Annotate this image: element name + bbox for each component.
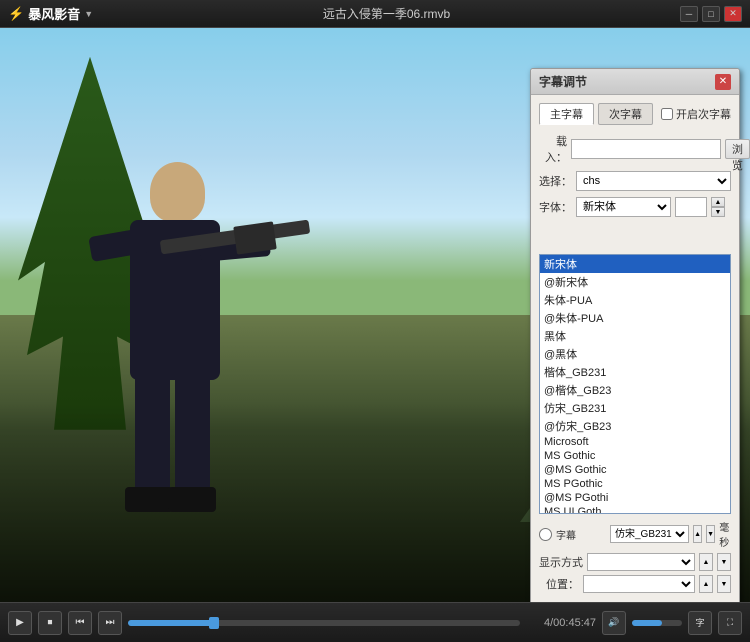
tab-secondary-subtitle[interactable]: 次字幕: [598, 103, 653, 125]
load-label: 载入：: [539, 133, 567, 165]
panel-close-button[interactable]: ✕: [715, 74, 731, 90]
font-list-item-8[interactable]: 仿宋_GB231: [540, 399, 730, 417]
position-row: 位置： ▲ ▼: [539, 575, 731, 593]
app-logo: ⚡ 暴风影音 ▼: [8, 4, 93, 23]
font-list-item-12[interactable]: @MS Gothic: [540, 463, 730, 477]
tab-row: 主字幕 次字幕 开启次字幕: [539, 103, 731, 125]
sub2-spin-up[interactable]: ▲: [693, 525, 702, 543]
font-list-item-14[interactable]: @MS PGothi: [540, 491, 730, 505]
sub2-spin-down[interactable]: ▼: [706, 525, 715, 543]
font-list-item-0[interactable]: 新宋体: [540, 255, 730, 273]
language-select[interactable]: chs: [576, 171, 731, 191]
font-list-item-6[interactable]: 楷体_GB231: [540, 363, 730, 381]
font-size-up[interactable]: ▲: [711, 197, 725, 207]
prev-button[interactable]: ⏮: [68, 611, 92, 635]
font-select[interactable]: 新宋体: [576, 197, 671, 217]
bottom-bar: ▶ ⏹ ⏮ ⏭ 4/00:45:47 🔊 字 ⛶: [0, 602, 750, 642]
font-size-input[interactable]: 18: [675, 197, 707, 217]
font-list-item-4[interactable]: 黑体: [540, 327, 730, 345]
progress-bar[interactable]: [128, 620, 520, 626]
font-list-item-5[interactable]: @黑体: [540, 345, 730, 363]
sub2-radio[interactable]: [539, 528, 552, 541]
logo-dropdown-icon[interactable]: ▼: [84, 9, 93, 19]
font-list-item-10[interactable]: Microsoft: [540, 435, 730, 449]
display-row: 显示方式 ▲ ▼: [539, 553, 731, 571]
window-controls: ─ □ ✕: [680, 6, 742, 22]
minimize-button[interactable]: ─: [680, 6, 698, 22]
position-spin-down[interactable]: ▼: [717, 575, 731, 593]
play-button[interactable]: ▶: [8, 611, 32, 635]
font-list-item-1[interactable]: @新宋体: [540, 273, 730, 291]
display-spin-down[interactable]: ▼: [717, 553, 731, 571]
font-list-item-11[interactable]: MS Gothic: [540, 449, 730, 463]
progress-fill: [128, 620, 214, 626]
font-size-down[interactable]: ▼: [711, 207, 725, 217]
maximize-button[interactable]: □: [702, 6, 720, 22]
sub2-row: 字幕 仿宋_GB231 ▲ ▼ 毫秒: [539, 519, 731, 549]
close-button[interactable]: ✕: [724, 6, 742, 22]
font-list-item-7[interactable]: @楷体_GB23: [540, 381, 730, 399]
subtitle-panel: 字幕调节 ✕ 主字幕 次字幕 开启次字幕 载入： 浏览 选择：: [530, 68, 740, 602]
enable-secondary-checkbox: 开启次字幕: [661, 106, 731, 122]
font-list-item-9[interactable]: @仿宋_GB23: [540, 417, 730, 435]
panel-titlebar: 字幕调节 ✕: [531, 69, 739, 95]
select-label: 选择：: [539, 173, 572, 189]
position-label: 位置：: [539, 576, 579, 592]
time-label: 4/00:45:47: [526, 617, 596, 629]
logo-icon: ⚡: [8, 6, 24, 22]
logo-text: 暴风影音: [28, 4, 80, 23]
position-spin-up[interactable]: ▲: [699, 575, 713, 593]
title-bar: ⚡ 暴风影音 ▼ 远古入侵第一季06.rmvb ─ □ ✕: [0, 0, 750, 28]
sub2-unit: 毫秒: [719, 519, 731, 549]
progress-thumb[interactable]: [209, 617, 219, 629]
font-list-item-3[interactable]: @朱体-PUA: [540, 309, 730, 327]
load-input[interactable]: [571, 139, 721, 159]
font-list-item-2[interactable]: 朱体-PUA: [540, 291, 730, 309]
font-label: 字体：: [539, 199, 572, 215]
font-list-item-13[interactable]: MS PGothic: [540, 477, 730, 491]
font-size-spinner: ▲ ▼: [711, 197, 725, 217]
person-figure: [60, 142, 310, 542]
display-select[interactable]: [587, 553, 695, 571]
volume-slider[interactable]: [632, 620, 682, 626]
panel-body: 主字幕 次字幕 开启次字幕 载入： 浏览 选择： chs: [531, 95, 739, 602]
display-label: 显示方式: [539, 554, 583, 570]
load-row: 载入： 浏览: [539, 133, 731, 165]
browse-button[interactable]: 浏览: [725, 139, 750, 159]
volume-fill: [632, 620, 662, 626]
font-list-item-15[interactable]: MS UI Goth: [540, 505, 730, 514]
stop-button[interactable]: ⏹: [38, 611, 62, 635]
font-dropdown-list[interactable]: 新宋体@新宋体朱体-PUA@朱体-PUA黑体@黑体楷体_GB231@楷体_GB2…: [539, 254, 731, 514]
display-spin-up[interactable]: ▲: [699, 553, 713, 571]
sub2-select[interactable]: 仿宋_GB231: [610, 525, 689, 543]
next-button[interactable]: ⏭: [98, 611, 122, 635]
enable-secondary-label: 开启次字幕: [676, 106, 731, 122]
position-select[interactable]: [583, 575, 695, 593]
window-title: 远古入侵第一季06.rmvb: [93, 5, 680, 22]
tab-main-subtitle[interactable]: 主字幕: [539, 103, 594, 125]
fullscreen-button[interactable]: ⛶: [718, 611, 742, 635]
subtitle-button[interactable]: 字: [688, 611, 712, 635]
sub2-label: 字幕: [556, 527, 606, 542]
volume-button[interactable]: 🔊: [602, 611, 626, 635]
select-row: 选择： chs: [539, 171, 731, 191]
font-row: 字体： 新宋体 18 ▲ ▼: [539, 197, 731, 217]
panel-title: 字幕调节: [539, 73, 587, 90]
video-area: 字幕调节 ✕ 主字幕 次字幕 开启次字幕 载入： 浏览 选择：: [0, 28, 750, 602]
enable-secondary-input[interactable]: [661, 108, 673, 120]
